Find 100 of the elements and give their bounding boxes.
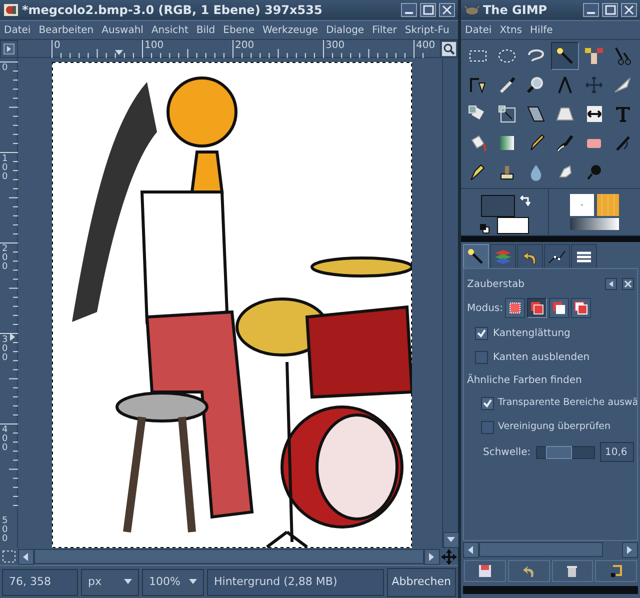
zoom-icon[interactable] — [442, 42, 456, 56]
checkbox[interactable] — [475, 326, 488, 340]
check-icon — [477, 328, 486, 338]
ruler-label: 300 — [326, 40, 345, 51]
ruler-label: 500 — [2, 516, 8, 544]
right-arrow-icon — [627, 546, 633, 554]
coordinates-readout: 76, 358 — [2, 568, 78, 596]
dock-tab[interactable] — [571, 244, 597, 268]
app-icon — [3, 3, 19, 17]
down-arrow-icon — [447, 537, 455, 543]
slider-label: Schwelle: — [483, 446, 531, 460]
ruler-label: 0 — [54, 40, 60, 51]
menu-item[interactable]: Xtns — [496, 22, 526, 38]
panel-menu-icon[interactable] — [605, 278, 617, 290]
window-title: *megcolo2.bmp-3.0 (RGB, 1 Ebene) 397x535 — [22, 2, 324, 19]
restore-button[interactable] — [508, 560, 550, 582]
mascot-icon — [464, 4, 480, 16]
close-button[interactable] — [439, 3, 455, 17]
ruler-label: 400 — [2, 426, 8, 453]
left-arrow-icon — [23, 552, 29, 560]
minimize-icon — [587, 12, 595, 14]
add-mode-icon — [529, 300, 546, 316]
dock-tab[interactable] — [517, 244, 543, 268]
menu-item[interactable]: Datei — [0, 22, 35, 38]
background-color-swatch[interactable] — [497, 217, 529, 234]
mode-button[interactable] — [571, 298, 592, 318]
status-text: Hintergrund (2,88 MB) — [207, 568, 384, 596]
ruler-label: 300 — [2, 336, 8, 362]
scrollbar-thumb[interactable] — [479, 542, 603, 557]
minimize-button[interactable] — [401, 3, 417, 17]
minimize-icon — [405, 12, 413, 14]
checkbox-label: Vereinigung überprüfen — [498, 420, 611, 434]
zoom-dropdown[interactable]: 100% — [142, 568, 204, 596]
down-arrow-icon — [124, 579, 132, 585]
window-title: The GIMP — [483, 2, 548, 19]
brush-icon — [554, 132, 576, 154]
maximize-button[interactable] — [420, 3, 436, 17]
checkbox-label: Kantenglättung — [493, 326, 570, 340]
delete-button[interactable] — [552, 560, 594, 582]
checkbox[interactable] — [475, 350, 488, 364]
mode-label: Modus: — [467, 302, 504, 316]
intersect-mode-icon — [573, 300, 590, 316]
ruler-label: 400 — [416, 40, 436, 51]
gradient-preview[interactable] — [570, 218, 619, 230]
foreground-color-swatch[interactable] — [481, 195, 515, 217]
scrollbar-thumb[interactable] — [34, 549, 424, 564]
scroll-right-button[interactable] — [622, 542, 638, 558]
replace-mode-icon — [507, 300, 524, 316]
maximize-button[interactable] — [602, 3, 618, 17]
reset-button[interactable] — [595, 560, 637, 582]
close-icon — [622, 4, 636, 16]
value-field[interactable]: 10,6 — [600, 442, 634, 462]
menu-item[interactable]: Ebene — [219, 22, 258, 38]
scroll-left-button[interactable] — [18, 548, 34, 564]
ruler-label: 100 — [2, 154, 8, 182]
ruler-label: 0 — [2, 64, 8, 73]
move-icon — [583, 74, 605, 96]
swap-icon[interactable] — [519, 194, 531, 207]
menu-item[interactable]: Hilfe — [526, 22, 557, 38]
subtract-mode-icon — [551, 300, 568, 316]
quick-mask-icon[interactable] — [0, 548, 18, 565]
scroll-right-button[interactable] — [424, 548, 440, 564]
checkbox-label: Kanten ausblenden — [493, 350, 590, 364]
ruler-label: 200 — [2, 245, 8, 272]
menu-item[interactable]: Datei — [461, 22, 496, 38]
menu-item[interactable]: Auswahl — [98, 22, 148, 38]
slider-thumb[interactable] — [546, 446, 572, 458]
left-arrow-icon — [468, 546, 474, 554]
ruler-label: 100 — [144, 40, 164, 51]
default-colors-icon[interactable] — [480, 224, 490, 234]
reset-icon — [608, 563, 624, 579]
slider-track[interactable] — [536, 446, 595, 458]
menu-item[interactable]: Ansicht — [147, 22, 192, 38]
scroll-down-button[interactable] — [443, 532, 459, 548]
menu-item[interactable]: Filter — [368, 22, 401, 38]
check-icon — [483, 398, 492, 408]
scale-icon — [496, 103, 518, 125]
tool-button[interactable] — [551, 42, 579, 70]
section-label: Ähnliche Farben finden — [467, 372, 582, 388]
mode-button[interactable] — [549, 298, 570, 318]
down-arrow-icon — [189, 579, 197, 585]
menu-item[interactable]: Werkzeuge — [258, 22, 322, 38]
menu-item[interactable]: Skript-Fu — [400, 22, 454, 38]
menu-item[interactable]: Bearbeiten — [34, 22, 98, 38]
cancel-button[interactable]: Abbrechen — [386, 568, 456, 596]
dock-tab[interactable] — [463, 244, 489, 268]
menu-item[interactable]: Bild — [192, 22, 220, 38]
color-squares-icon — [583, 45, 605, 67]
minimize-button[interactable] — [583, 3, 599, 17]
menu-item[interactable]: Dialoge — [322, 22, 368, 38]
mode-button[interactable] — [505, 298, 526, 318]
checkbox[interactable] — [481, 420, 494, 434]
checkbox[interactable] — [481, 396, 494, 410]
save-button[interactable] — [464, 560, 506, 582]
mode-button[interactable] — [527, 298, 548, 318]
unit-dropdown[interactable]: px — [81, 568, 139, 596]
right-arrow-icon — [429, 552, 435, 560]
close-icon[interactable] — [622, 278, 634, 290]
close-button[interactable] — [621, 3, 637, 17]
scroll-left-button[interactable] — [463, 542, 479, 558]
